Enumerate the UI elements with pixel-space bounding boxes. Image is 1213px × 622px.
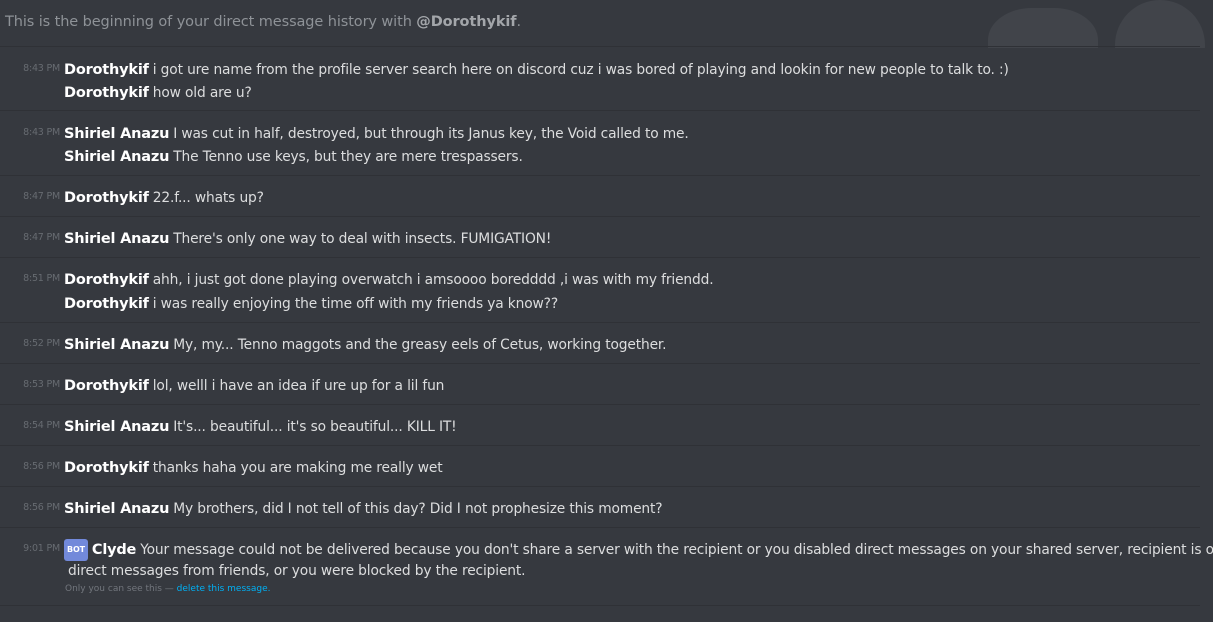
message-text: i was really enjoying the time off with …: [152, 296, 559, 312]
message-timestamp: 8:43 PM: [23, 63, 60, 74]
message-timestamp: 8:56 PM: [23, 502, 60, 513]
message-author[interactable]: Dorothykif: [64, 190, 149, 206]
message-timestamp: 8:51 PM: [23, 273, 60, 284]
message-text: lol, welll i have an idea if ure up for …: [152, 378, 445, 394]
dm-chat-area: This is the beginning of your direct mes…: [0, 0, 1213, 622]
ephemeral-note: Only you can see this —: [65, 584, 177, 594]
message-author[interactable]: Dorothykif: [64, 272, 149, 288]
message-text-line2: direct messages from friends, or you wer…: [68, 563, 526, 579]
message-author[interactable]: Clyde: [92, 542, 136, 558]
message-author[interactable]: Dorothykif: [64, 460, 149, 476]
background-decoration: [973, 0, 1213, 48]
message-timestamp: 8:54 PM: [23, 420, 60, 431]
message-author[interactable]: Shiriel Anazu: [64, 149, 169, 165]
message-timestamp: 8:53 PM: [23, 379, 60, 390]
message-timestamp: 8:56 PM: [23, 461, 60, 472]
divider: [0, 404, 1200, 405]
message-author[interactable]: Dorothykif: [64, 62, 149, 78]
message-timestamp: 8:47 PM: [23, 191, 60, 202]
message-text: The Tenno use keys, but they are mere tr…: [173, 149, 523, 165]
message-author[interactable]: Shiriel Anazu: [64, 501, 169, 517]
message-text: It's... beautiful... it's so beautiful..…: [173, 419, 457, 435]
message-timestamp: 9:01 PM: [23, 543, 60, 554]
message-text: 22.f... whats up?: [152, 190, 264, 206]
message-text: how old are u?: [152, 85, 252, 101]
divider: [0, 175, 1200, 176]
bot-badge: BOT: [64, 539, 88, 561]
dm-intro-text: This is the beginning of your direct mes…: [5, 14, 521, 30]
intro-suffix: .: [516, 14, 521, 30]
divider: [0, 486, 1200, 487]
message-author[interactable]: Dorothykif: [64, 378, 149, 394]
divider: [0, 216, 1200, 217]
divider: [0, 605, 1200, 606]
intro-prefix: This is the beginning of your direct mes…: [5, 14, 417, 30]
divider: [0, 46, 1200, 47]
message-text: I was cut in half, destroyed, but throug…: [173, 126, 689, 142]
divider: [0, 363, 1200, 364]
divider: [0, 445, 1200, 446]
message-author[interactable]: Shiriel Anazu: [64, 419, 169, 435]
message-text: My, my... Tenno maggots and the greasy e…: [173, 337, 667, 353]
message-author[interactable]: Dorothykif: [64, 296, 149, 312]
ephemeral-notice: Only you can see this — delete this mess…: [65, 584, 270, 594]
message-text: There's only one way to deal with insect…: [173, 231, 552, 247]
delete-message-link[interactable]: delete this message.: [177, 584, 271, 594]
message-timestamp: 8:52 PM: [23, 338, 60, 349]
message-text: My brothers, did I not tell of this day?…: [173, 501, 663, 517]
message-text-line1: Your message could not be delivered beca…: [140, 542, 1213, 558]
divider: [0, 257, 1200, 258]
clyde-message[interactable]: 9:01 PM BOT Clyde Your message could not b…: [0, 539, 1213, 583]
message-text: ahh, i just got done playing overwatch i…: [152, 272, 714, 288]
message-timestamp: 8:47 PM: [23, 232, 60, 243]
message-author[interactable]: Shiriel Anazu: [64, 126, 169, 142]
message-text: thanks haha you are making me really wet: [152, 460, 443, 476]
divider: [0, 322, 1200, 323]
message-timestamp: 8:43 PM: [23, 127, 60, 138]
message-author[interactable]: Shiriel Anazu: [64, 337, 169, 353]
divider: [0, 527, 1200, 528]
divider: [0, 110, 1200, 111]
intro-username[interactable]: @Dorothykif: [416, 14, 516, 30]
message-author[interactable]: Dorothykif: [64, 85, 149, 101]
message-author[interactable]: Shiriel Anazu: [64, 231, 169, 247]
message-text: i got ure name from the profile server s…: [152, 62, 1009, 78]
clyde-message-body: BOT Clyde Your message could not be delive…: [64, 539, 1213, 561]
